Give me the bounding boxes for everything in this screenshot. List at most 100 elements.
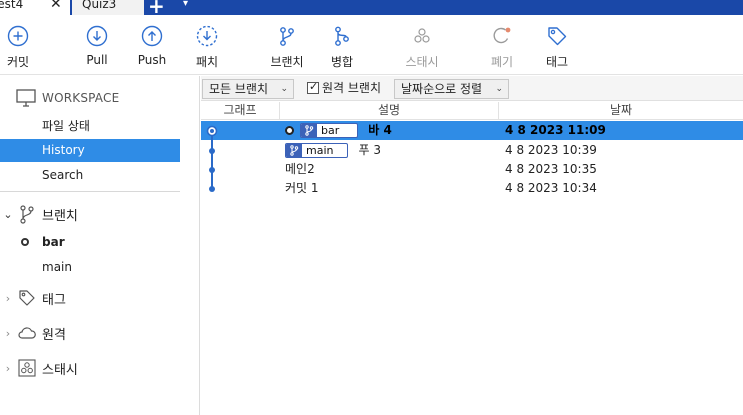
check-icon: ✓ [309,80,319,93]
sidebar-item-file-status[interactable]: 파일 상태 [0,115,180,138]
branch-ref-badge: bar [300,123,359,138]
tab-label: Test4 [0,0,24,11]
remote-branches-label: 원격 브랜치 [322,81,382,95]
commit-date: 4 8 2023 10:34 [505,181,597,195]
tab-quiz3[interactable]: Quiz3 [72,0,144,15]
pull-button[interactable]: Pull [69,25,125,67]
chevron-down-icon: ⌄ [495,84,503,94]
remote-branches-checkbox[interactable]: ✓ [307,80,319,94]
stash-button[interactable]: 스태시 [394,25,450,70]
commit-date: 4 8 2023 10:39 [505,143,597,157]
column-headers: 그래프 설명 날짜 [201,102,743,120]
branch-icon [286,144,302,157]
branch-icon [280,27,294,46]
chevron-right-icon[interactable]: › [0,292,16,305]
push-label: Push [137,53,167,67]
sidebar-section-stashes[interactable]: › 스태시 [0,356,180,380]
merge-button[interactable]: 병합 [314,25,370,70]
commit-description: 메인2 [285,160,315,179]
filter-bar: 모든 브랜치 ⌄ ✓ 원격 브랜치 날짜순으로 정렬 ⌄ [201,76,743,101]
stash-icon [16,358,38,378]
commit-message: 커밋 1 [285,181,319,195]
tab-test4[interactable]: Test4 ✕ [0,0,70,15]
stashes-label: 스태시 [42,362,78,378]
branch-name: bar [42,235,65,249]
chevron-right-icon[interactable]: › [0,327,16,340]
discard-button[interactable]: 폐기 [474,25,530,70]
tab-bar: Test4 ✕ Quiz3 + ▾ [0,0,743,18]
chevron-right-icon[interactable]: › [0,362,16,375]
branch-ref-badge: main [285,143,349,158]
sidebar-item-branch-main[interactable]: main [0,256,180,278]
close-icon[interactable]: ✕ [50,0,62,12]
graph-node [209,186,215,192]
arrow-down-circle-icon [86,25,108,47]
merge-label: 병합 [330,55,354,69]
discard-label: 폐기 [490,55,514,69]
branch-name: main [42,260,72,274]
tab-label: Quiz3 [82,0,117,11]
tag-icon [548,27,567,46]
branch-label: 브랜치 [270,55,304,69]
stash-label: 스태시 [405,55,439,69]
plus-circle-icon [7,25,29,47]
tag-label: 태그 [545,55,569,69]
sidebar-section-remotes[interactable]: › 원격 [0,321,180,345]
chevron-down-icon[interactable]: ▾ [183,0,188,9]
column-header-graph[interactable]: 그래프 [201,102,280,120]
sort-value: 날짜순으로 정렬 [401,82,483,96]
branch-filter-value: 모든 브랜치 [209,82,269,96]
patch-button[interactable]: 패치 [179,25,235,70]
history-panel: 모든 브랜치 ⌄ ✓ 원격 브랜치 날짜순으로 정렬 ⌄ 그래프 설명 날짜 b… [201,76,743,415]
sidebar-item-branch-bar[interactable]: bar [0,231,180,253]
commit-row[interactable]: 커밋 1 4 8 2023 10:34 [201,179,743,198]
patch-icon [196,25,218,47]
commit-description: bar 바 4 [285,121,392,140]
commit-label: 커밋 [6,55,30,69]
head-icon [285,126,294,135]
current-branch-icon [21,238,29,246]
workspace-label: WORKSPACE [42,91,120,105]
graph-node [209,148,215,154]
commit-row[interactable]: main 푸 3 4 8 2023 10:39 [201,141,743,160]
commit-message: 바 4 [368,123,392,137]
cloud-icon [16,323,38,343]
monitor-icon [16,89,36,107]
graph-node [209,167,215,173]
branches-label: 브랜치 [42,208,78,224]
branch-button[interactable]: 브랜치 [259,25,315,70]
ref-name: bar [321,124,340,137]
tags-label: 태그 [42,292,66,308]
divider [0,191,180,192]
sidebar-item-history[interactable]: History [0,139,180,162]
sidebar-item-search[interactable]: Search [0,164,180,187]
tag-button[interactable]: 태그 [529,25,585,70]
discard-icon [493,27,511,44]
pull-label: Pull [86,53,108,67]
ref-name: main [306,144,334,157]
column-header-date[interactable]: 날짜 [499,102,743,120]
chevron-down-icon: ⌄ [280,84,288,94]
commit-message: 푸 3 [358,143,381,157]
column-header-description[interactable]: 설명 [280,102,499,120]
sidebar-section-branches[interactable]: ⌄ 브랜치 [0,202,180,226]
commit-row[interactable]: bar 바 4 4 8 2023 11:09 [201,121,743,140]
commit-row[interactable]: 메인2 4 8 2023 10:35 [201,160,743,179]
commit-button[interactable]: 커밋 [0,25,46,70]
remotes-label: 원격 [42,327,66,343]
commit-description: 커밋 1 [285,179,319,198]
tag-icon [16,288,38,308]
branch-icon [16,204,38,224]
sidebar-section-tags[interactable]: › 태그 [0,286,180,310]
chevron-down-icon[interactable]: ⌄ [0,208,16,221]
commit-graph [206,125,218,192]
sort-dropdown[interactable]: 날짜순으로 정렬 ⌄ [394,79,509,99]
commit-message: 메인2 [285,162,315,176]
workspace-header: WORKSPACE [16,88,119,108]
push-button[interactable]: Push [124,25,180,67]
toolbar: 커밋 Pull Push 패치 브랜치 병합 스태시 폐기 태그 [0,15,743,75]
sidebar: WORKSPACE 파일 상태 History Search ⌄ 브랜치 bar… [0,76,200,415]
arrow-up-circle-icon [141,25,163,47]
commit-date: 4 8 2023 10:35 [505,162,597,176]
branch-filter-dropdown[interactable]: 모든 브랜치 ⌄ [202,79,294,99]
